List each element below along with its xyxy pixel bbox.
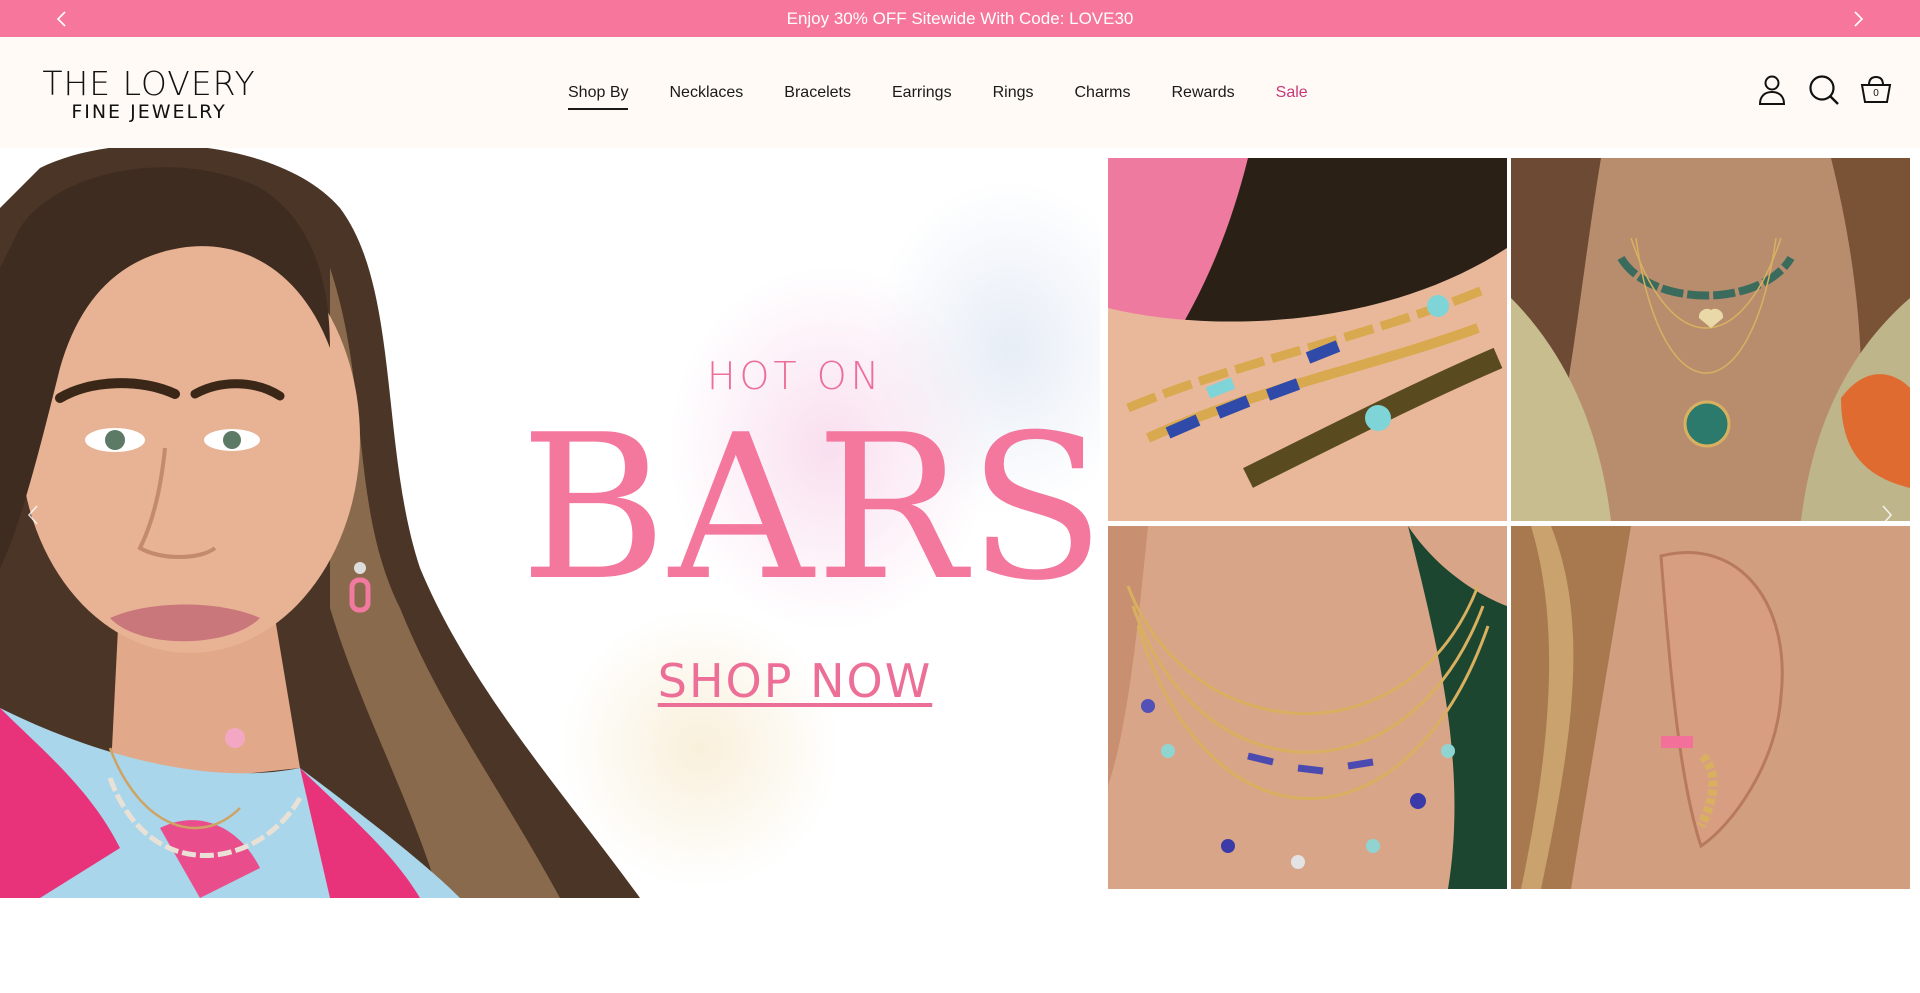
hero-banner[interactable]: HOT ON BARS SHOP NOW [0,148,1920,898]
search-icon [1809,75,1839,105]
bracelets-stack-photo[interactable] [1108,158,1507,521]
site-header: THE LOVERY FINE JEWELRY Shop By Necklace… [0,37,1920,148]
nav-item-bracelets[interactable]: Bracelets [784,76,851,110]
hero-copy: HOT ON BARS SHOP NOW [520,354,1108,708]
main-nav: Shop By Necklaces Bracelets Earrings Rin… [568,37,1349,148]
account-icon [1758,75,1786,105]
product-photo-grid [1108,158,1910,889]
cart-button[interactable]: 0 [1860,73,1892,107]
logo-title: THE LOVERY [42,64,256,103]
announcement-next-button[interactable] [1838,0,1878,37]
announcement-bar: Enjoy 30% OFF Sitewide With Code: LOVE30 [0,0,1920,37]
nav-item-sale[interactable]: Sale [1276,76,1308,110]
hero-prev-button[interactable] [18,500,48,530]
announcement-text[interactable]: Enjoy 30% OFF Sitewide With Code: LOVE30 [787,9,1134,29]
nav-item-earrings[interactable]: Earrings [892,76,952,110]
nav-item-rewards[interactable]: Rewards [1172,76,1235,110]
hero-headline: BARS [520,392,1108,625]
chevron-right-icon [1882,505,1893,525]
layered-necklaces-photo[interactable] [1511,158,1910,521]
header-actions: 0 [1756,73,1892,107]
chevron-right-icon [1854,10,1864,27]
nav-item-rings[interactable]: Rings [993,76,1034,110]
hero-next-button[interactable] [1872,500,1902,530]
nav-item-shop-by[interactable]: Shop By [568,76,629,110]
chevron-left-icon [27,505,38,525]
logo-subtitle: FINE JEWELRY [71,101,227,123]
announcement-prev-button[interactable] [42,0,82,37]
search-button[interactable] [1808,73,1840,107]
nav-item-charms[interactable]: Charms [1074,76,1130,110]
nav-item-necklaces[interactable]: Necklaces [669,76,743,110]
logo[interactable]: THE LOVERY FINE JEWELRY [33,64,265,124]
bar-station-necklaces-photo[interactable] [1108,526,1507,889]
shop-now-link[interactable]: SHOP NOW [658,654,932,708]
bar-earrings-photo[interactable] [1511,526,1910,889]
cart-count: 0 [1873,88,1879,99]
chevron-left-icon [56,10,66,27]
account-button[interactable] [1756,73,1788,107]
